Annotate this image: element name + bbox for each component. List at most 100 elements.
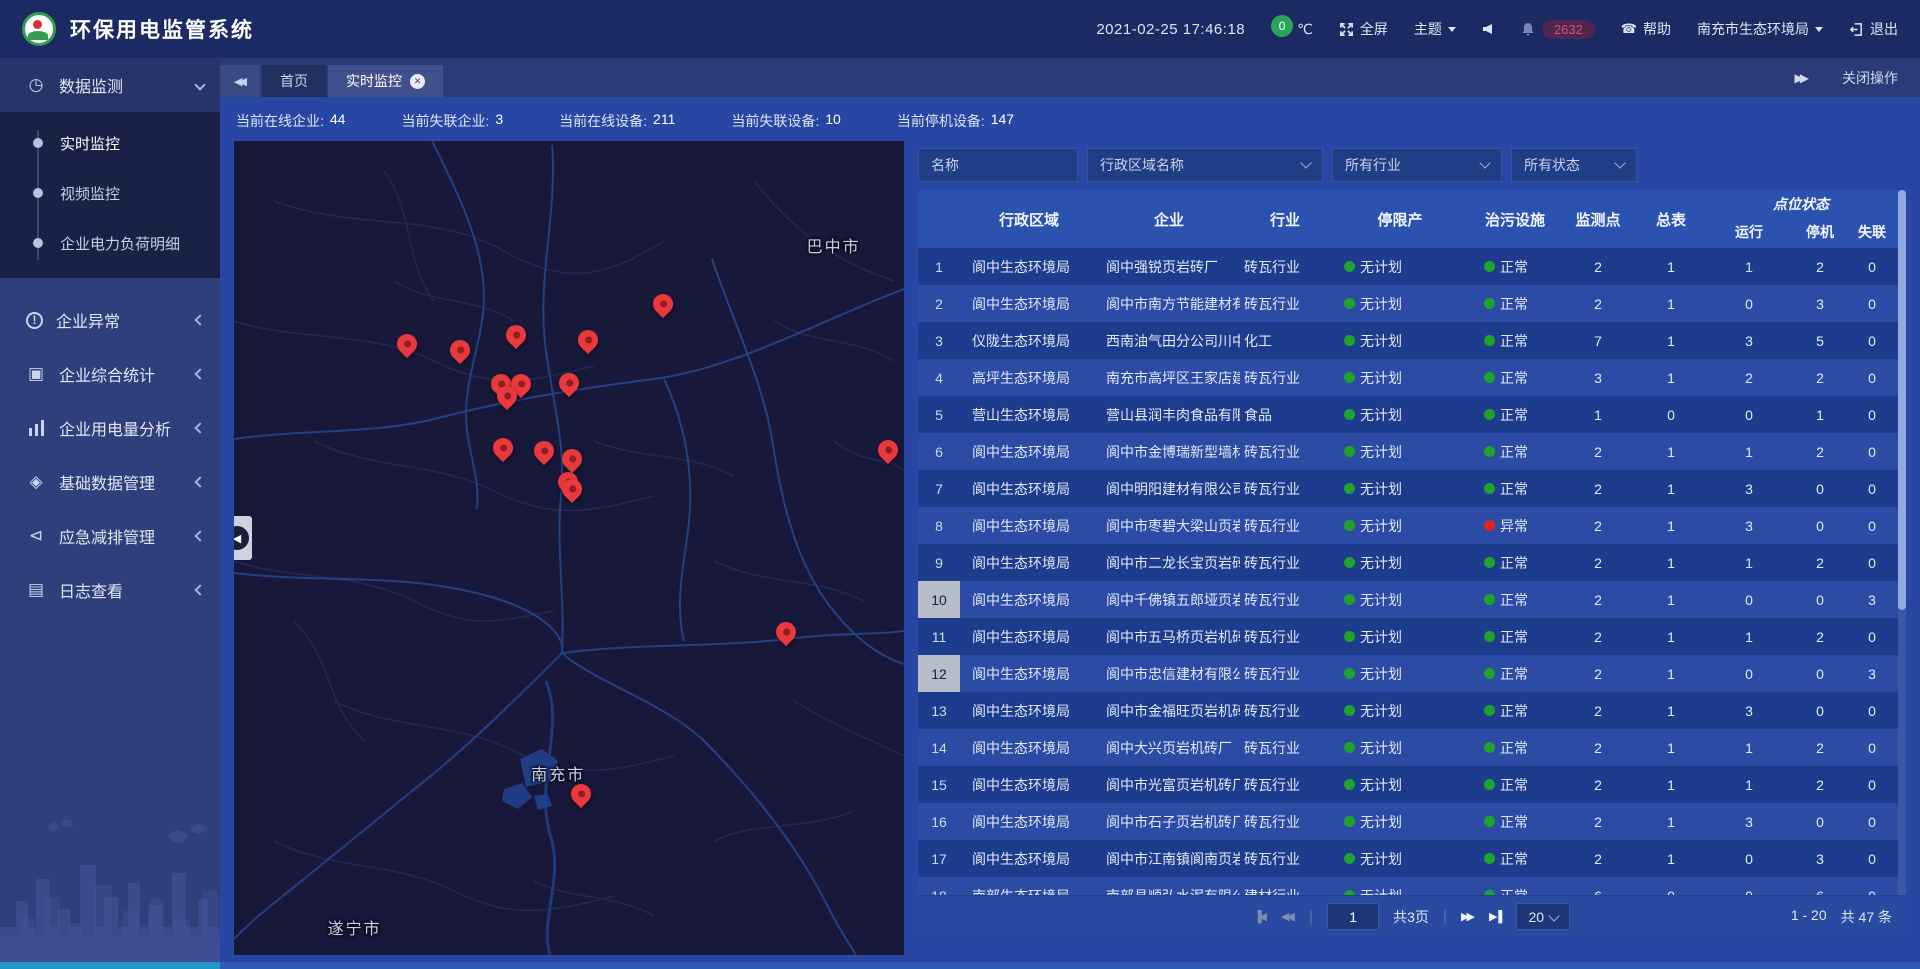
sidebar-item-label: 日志查看 [59,578,123,602]
temperature-unit: ℃ [1297,21,1313,38]
cell-lost-count: 0 [1848,322,1896,359]
cell-monitor-count: 3 [1560,359,1636,396]
bottom-strip-right [220,962,1920,969]
status-dot-green [1484,705,1495,716]
tab-realtime-monitor[interactable]: 实时监控 ✕ [328,65,443,97]
table-scrollbar[interactable] [1898,190,1906,895]
cell-region: 阆中生态环境局 [960,248,1098,285]
sidebar-subitem-1[interactable]: 视频监控 [0,168,220,218]
table-row[interactable]: 10阆中生态环境局阆中千佛镇五郎垭页岩砖瓦行业无计划正常21003 [918,581,1898,618]
region-filter-select[interactable]: 行政区域名称 [1087,148,1323,182]
cell-industry: 砖瓦行业 [1240,692,1330,729]
map-pin[interactable] [558,445,586,473]
cell-company: 阆中市光富页岩机砖厂 [1098,766,1240,803]
table-row[interactable]: 13阆中生态环境局阆中市金福旺页岩机砖砖瓦行业无计划正常21300 [918,692,1898,729]
cell-halt-count: 1 [1792,396,1848,433]
status-label: 正常 [1500,294,1528,314]
table-row[interactable]: 6阆中生态环境局阆中市金博瑞新型墙材砖瓦行业无计划正常21120 [918,433,1898,470]
cell-region: 阆中生态环境局 [960,803,1098,840]
tabs-scroll-left-button[interactable]: ◀◀ [220,65,260,97]
cell-treatment-status: 正常 [1470,692,1560,729]
sidebar-item-5[interactable]: ⊲应急减排管理 [0,509,220,563]
tab-close-icon[interactable]: ✕ [410,74,425,89]
page-size-select[interactable]: 20 [1516,903,1570,930]
table-row[interactable]: 1阆中生态环境局阆中强锐页岩砖厂砖瓦行业无计划正常21120 [918,248,1898,285]
speaker-icon [1482,23,1494,35]
map-pin[interactable] [393,329,421,357]
cell-industry: 砖瓦行业 [1240,766,1330,803]
sidebar-item-4[interactable]: ◈基础数据管理 [0,455,220,509]
table-row[interactable]: 7阆中生态环境局阆中明阳建材有限公司砖瓦行业无计划正常21300 [918,470,1898,507]
cell-industry: 建材行业 [1240,877,1330,895]
double-chevron-right-icon[interactable]: ▶▶ [1795,71,1808,85]
status-label: 正常 [1500,664,1528,684]
map-pin[interactable] [574,326,602,354]
sidebar-item-6[interactable]: ▤日志查看 [0,563,220,617]
map-pin[interactable] [446,336,474,364]
map-pin[interactable] [874,436,902,464]
map-pin[interactable] [530,437,558,465]
map-pin[interactable] [502,321,530,349]
sidebar-subitem-2[interactable]: 企业电力负荷明细 [0,218,220,268]
map-pin[interactable] [489,434,517,462]
status-filter-select[interactable]: 所有状态 [1511,148,1637,182]
sidebar-item-0[interactable]: ◷数据监测 [0,58,220,112]
scrollbar-thumb[interactable] [1898,190,1906,610]
map-pin[interactable] [649,289,677,317]
table-row[interactable]: 4高坪生态环境局南充市高坪区王家店建砖瓦行业无计划正常31220 [918,359,1898,396]
tab-home[interactable]: 首页 [262,65,326,97]
mute-button[interactable] [1482,23,1494,35]
table-row[interactable]: 3仪陇生态环境局西南油气田分公司川中化工无计划正常71350 [918,322,1898,359]
last-page-button[interactable]: ▶▐ [1489,910,1502,923]
prev-page-button[interactable]: ◀◀ [1281,910,1295,923]
org-dropdown[interactable]: 南充市生态环境局 [1697,19,1823,39]
name-filter-field[interactable] [918,148,1078,182]
sidebar-item-2[interactable]: ▣企业综合统计 [0,347,220,401]
logout-button[interactable]: 退出 [1849,19,1898,39]
sidebar-item-1[interactable]: !企业异常 [0,293,220,347]
cell-halt-count: 2 [1792,248,1848,285]
table-row[interactable]: 14阆中生态环境局阆中大兴页岩机砖厂砖瓦行业无计划正常21120 [918,729,1898,766]
cell-run-count: 2 [1706,359,1792,396]
table-row[interactable]: 18南部生态环境局南部县顺弘水泥有限公建材行业无计划正常60060 [918,877,1898,895]
page-number-input[interactable] [1327,903,1379,930]
col-industry: 行业 [1240,190,1330,248]
map-pin[interactable] [772,618,800,646]
cell-industry: 化工 [1240,322,1330,359]
table-row[interactable]: 5营山生态环境局营山县润丰肉食品有限食品无计划正常10010 [918,396,1898,433]
fullscreen-button[interactable]: 全屏 [1339,19,1388,39]
first-page-button[interactable]: ▐◀ [1254,910,1267,923]
city-label: 南充市 [531,761,585,785]
cell-index: 5 [918,396,960,433]
table-row[interactable]: 12阆中生态环境局阆中市忠信建材有限公砖瓦行业无计划正常21003 [918,655,1898,692]
map-pin[interactable] [555,368,583,396]
cell-stop-status: 无计划 [1330,692,1470,729]
theme-dropdown[interactable]: 主题 [1414,19,1456,39]
table-row[interactable]: 16阆中生态环境局阆中市石子页岩机砖厂砖瓦行业无计划正常21300 [918,803,1898,840]
status-dot-green [1344,853,1355,864]
table-row[interactable]: 8阆中生态环境局阆中市枣碧大梁山页岩砖瓦行业无计划异常21300 [918,507,1898,544]
close-operations-button[interactable]: 关闭操作 [1842,68,1898,88]
notifications-button[interactable]: 2632 [1520,20,1595,39]
next-page-button[interactable]: ▶▶ [1461,910,1475,923]
status-label: 无计划 [1360,405,1402,425]
status-label: 无计划 [1360,627,1402,647]
table-row[interactable]: 2阆中生态环境局阆中市南方节能建材有砖瓦行业无计划正常21030 [918,285,1898,322]
industry-filter-select[interactable]: 所有行业 [1332,148,1502,182]
table-row[interactable]: 17阆中生态环境局阆中市江南镇阆南页岩砖瓦行业无计划正常21030 [918,840,1898,877]
map-collapse-button[interactable]: ◀ [234,516,252,560]
cell-lost-count: 3 [1848,581,1896,618]
name-filter-input[interactable] [931,157,1065,173]
map-panel[interactable]: 巴中市南充市遂宁市 ◀ [234,141,904,955]
status-label: 正常 [1500,442,1528,462]
help-button[interactable]: ☎ 帮助 [1621,19,1671,39]
table-row[interactable]: 15阆中生态环境局阆中市光富页岩机砖厂砖瓦行业无计划正常21120 [918,766,1898,803]
table-row[interactable]: 11阆中生态环境局阆中市五马桥页岩机砖砖瓦行业无计划正常21120 [918,618,1898,655]
cell-lost-count: 0 [1848,877,1896,895]
sidebar-item-3[interactable]: 企业用电量分析 [0,401,220,455]
sidebar-subitem-0[interactable]: 实时监控 [0,118,220,168]
table-row[interactable]: 9阆中生态环境局阆中市二龙长宝页岩砖砖瓦行业无计划正常21120 [918,544,1898,581]
layers-icon: ◈ [26,472,46,492]
cell-halt-count: 0 [1792,581,1848,618]
status-label: 正常 [1500,738,1528,758]
